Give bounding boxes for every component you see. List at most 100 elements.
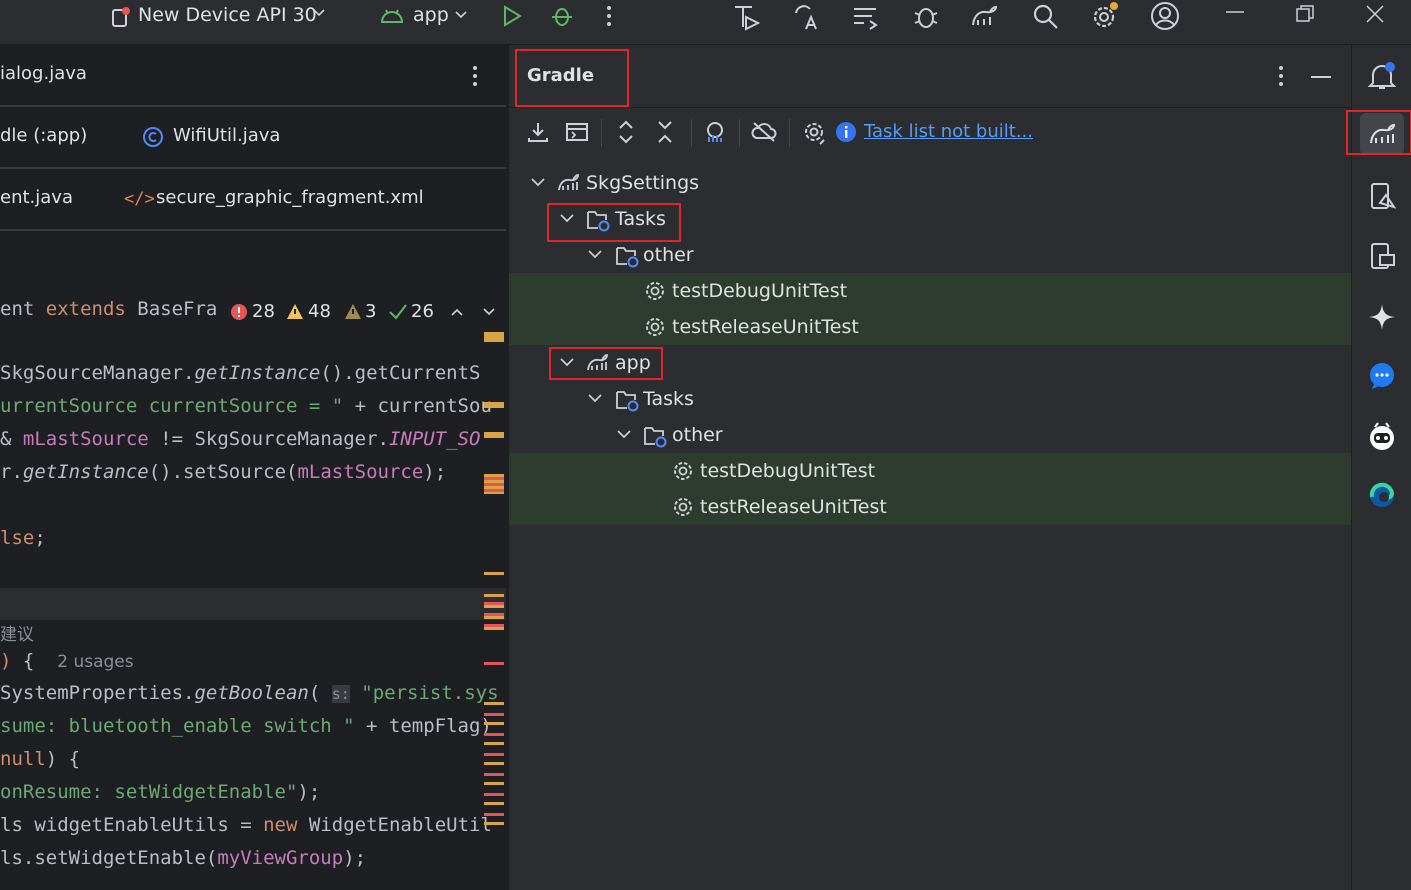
- tree-label: testDebugUnitTest: [672, 280, 848, 302]
- right-tool-strip: [1346, 45, 1411, 890]
- assistant-bot-icon[interactable]: [1368, 421, 1396, 451]
- device-label: New Device API 30: [138, 4, 317, 26]
- task-list-link[interactable]: Task list not built...: [864, 121, 1033, 142]
- hint-text: 建议: [0, 625, 34, 645]
- highlight-box: [549, 347, 663, 380]
- tree-node-task[interactable]: testDebugUnitTest: [509, 273, 1351, 309]
- tree-label: testReleaseUnitTest: [672, 316, 859, 338]
- gemini-icon[interactable]: [1368, 303, 1396, 331]
- chat-icon[interactable]: [1368, 362, 1396, 390]
- tree-node-tasks[interactable]: Tasks: [509, 381, 1351, 417]
- translate-icon[interactable]: [792, 3, 820, 31]
- gradle-tree: SkgSettings Tasks other testDebugUnitTes…: [509, 165, 1351, 545]
- gradle-sync-icon[interactable]: [970, 3, 1000, 31]
- tree-label: SkgSettings: [586, 172, 700, 194]
- tree-label: testReleaseUnitTest: [700, 496, 887, 518]
- more-icon[interactable]: [604, 4, 614, 28]
- more-icon[interactable]: [470, 65, 480, 87]
- gear-icon: [644, 316, 666, 338]
- account-icon[interactable]: [1150, 1, 1180, 31]
- debug-icon[interactable]: [550, 4, 574, 28]
- expand-all-icon[interactable]: [617, 120, 635, 144]
- chevron-down-icon[interactable]: [588, 393, 602, 403]
- error-icon: [230, 303, 248, 321]
- class-icon: [142, 126, 164, 148]
- download-icon[interactable]: [527, 121, 549, 143]
- list-icon[interactable]: [852, 3, 880, 31]
- chevron-down-icon: [312, 6, 326, 20]
- bug-icon[interactable]: [912, 3, 940, 31]
- more-icon[interactable]: [1276, 65, 1286, 87]
- error-stripe[interactable]: [484, 332, 504, 852]
- usages-hint[interactable]: 2 usages: [57, 652, 133, 672]
- execute-task-icon[interactable]: [565, 121, 589, 143]
- code-line: & mLastSource != SkgSourceManager.INPUT_…: [0, 428, 481, 450]
- chevron-up-icon[interactable]: [450, 306, 464, 318]
- code-editor[interactable]: ialog.java dle (:app) WifiUtil.java ent.…: [0, 45, 506, 890]
- separator-band: [0, 588, 506, 620]
- tree-node-other[interactable]: other: [509, 237, 1351, 273]
- restore-icon[interactable]: [1296, 5, 1314, 23]
- editor-tab[interactable]: ent.java: [0, 187, 73, 208]
- code-line: ent extends BaseFra: [0, 298, 218, 320]
- chevron-down-icon[interactable]: [588, 249, 602, 259]
- collapse-all-icon[interactable]: [656, 120, 674, 144]
- tree-node-other[interactable]: other: [509, 417, 1351, 453]
- device-manager-icon[interactable]: [1368, 181, 1396, 211]
- edge-browser-icon[interactable]: [1368, 481, 1396, 509]
- tree-node-task[interactable]: testDebugUnitTest: [509, 453, 1351, 489]
- tree-node-task[interactable]: testReleaseUnitTest: [509, 489, 1351, 525]
- analyze-icon[interactable]: [703, 120, 727, 144]
- editor-tab-row: ent.java </> secure_graphic_fragment.xml: [0, 169, 506, 231]
- tree-label: Tasks: [643, 388, 694, 410]
- editor-tab[interactable]: ialog.java: [0, 63, 87, 84]
- tree-node-task[interactable]: testReleaseUnitTest: [509, 309, 1351, 345]
- chevron-down-icon[interactable]: [531, 177, 545, 187]
- gradle-icon: [557, 172, 581, 194]
- close-icon[interactable]: [1366, 5, 1384, 23]
- device-explorer-icon[interactable]: [1368, 241, 1396, 271]
- gradle-header: Gradle: [509, 45, 1351, 108]
- ok-count: 26: [411, 301, 434, 322]
- chevron-down-icon[interactable]: [617, 429, 631, 439]
- weak-warning-count: 3: [365, 301, 377, 322]
- folder-gear-icon: [615, 244, 641, 268]
- warning-count: 48: [308, 301, 331, 322]
- xml-icon: </>: [124, 189, 155, 209]
- inspection-widget[interactable]: 28 48 3 26: [228, 300, 506, 326]
- tree-label: other: [643, 244, 694, 266]
- check-icon: [388, 303, 408, 321]
- code-line: null) {: [0, 748, 81, 770]
- gradle-toolbar: Task list not built...: [509, 107, 1351, 159]
- android-icon: [380, 6, 404, 26]
- editor-tab[interactable]: secure_graphic_fragment.xml: [156, 187, 424, 208]
- profile-icon[interactable]: [732, 3, 760, 31]
- code-line: ls.setWidgetEnable(myViewGroup);: [0, 847, 367, 869]
- minimize-icon[interactable]: [1226, 10, 1244, 14]
- settings-icon[interactable]: [802, 120, 828, 146]
- tree-node-skgsettings[interactable]: SkgSettings: [509, 165, 1351, 201]
- gradle-tool-window: Gradle Task list not built... SkgSetting…: [508, 45, 1351, 890]
- run-icon[interactable]: [500, 4, 524, 28]
- editor-tab[interactable]: dle (:app): [0, 125, 87, 146]
- search-icon[interactable]: [1032, 3, 1060, 31]
- tree-label: testDebugUnitTest: [700, 460, 876, 482]
- main-toolbar: New Device API 30 app: [0, 0, 1411, 45]
- code-line: urrentSource currentSource = " + current…: [0, 395, 492, 417]
- gear-icon: [644, 280, 666, 302]
- code-line: onResume: setWidgetEnable");: [0, 781, 321, 803]
- weak-warning-icon: [344, 303, 362, 320]
- run-config-label: app: [413, 4, 449, 26]
- offline-mode-icon[interactable]: [751, 120, 777, 144]
- highlight-box: [547, 203, 681, 242]
- hide-icon[interactable]: [1311, 75, 1331, 79]
- notifications-icon[interactable]: [1368, 61, 1396, 91]
- settings-icon[interactable]: [1090, 1, 1120, 31]
- highlight-box: [515, 49, 629, 107]
- error-count: 28: [252, 301, 275, 322]
- editor-tab[interactable]: WifiUtil.java: [173, 125, 280, 146]
- code-line: SystemProperties.getBoolean( s: "persist…: [0, 682, 499, 704]
- editor-tab-row: ialog.java: [0, 45, 506, 107]
- device-icon: [110, 6, 132, 28]
- chevron-down-icon[interactable]: [482, 306, 496, 318]
